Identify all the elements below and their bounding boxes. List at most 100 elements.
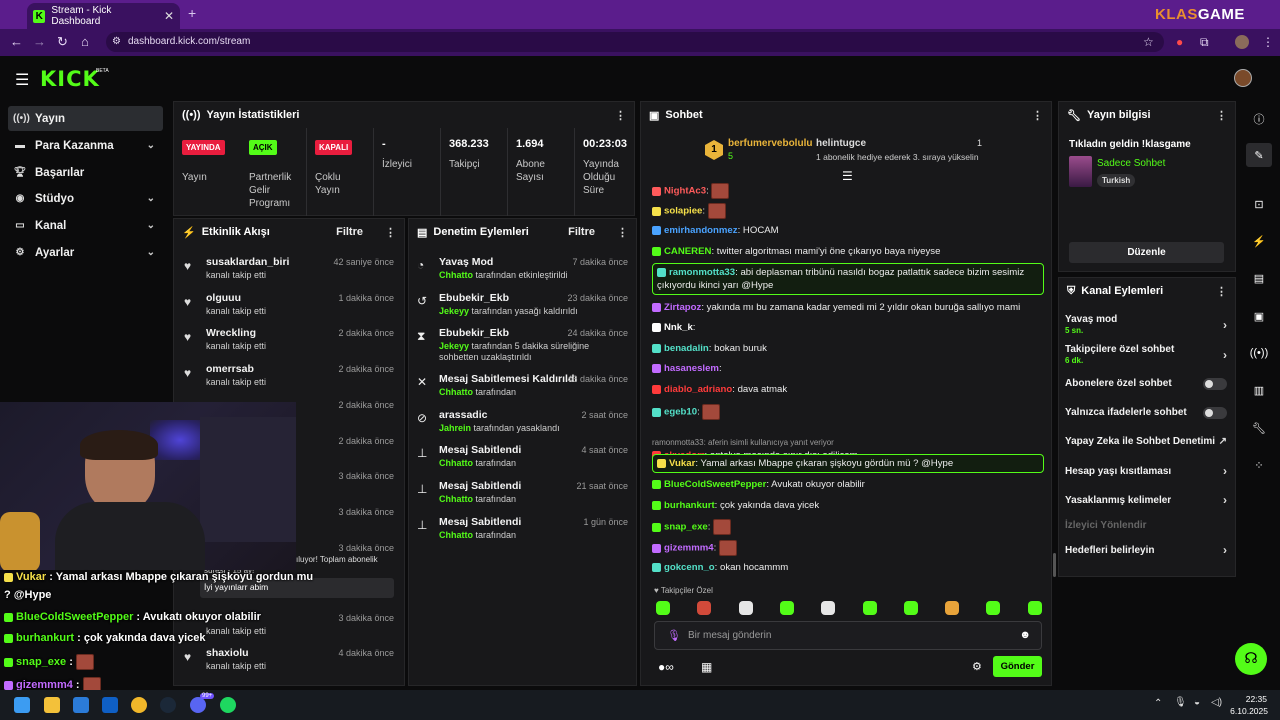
more-options-icon[interactable]: ⋮: [385, 226, 396, 239]
more-options-icon[interactable]: ⋮: [1216, 109, 1227, 122]
top-gifter-name[interactable]: berfumervebolulu: [728, 138, 812, 149]
wrench-icon[interactable]: 🔧︎: [1246, 416, 1272, 440]
filter-button[interactable]: Filtre: [336, 226, 363, 238]
chat-username[interactable]: ramonmotta33: [669, 267, 735, 278]
chat-username[interactable]: Vukar: [669, 458, 695, 469]
gifter2-name[interactable]: helintugce: [816, 138, 866, 149]
sidebar-item-ayarlar[interactable]: ⚙ Ayarlar ⌄: [8, 240, 163, 265]
volume-icon[interactable]: ◁): [1211, 697, 1222, 708]
emote-button[interactable]: [945, 601, 960, 615]
chat-username[interactable]: hasaneslem: [664, 363, 719, 374]
chat-username[interactable]: diablo_adriano: [664, 384, 732, 395]
chat-input[interactable]: 🎙︎ Bir mesaj gönderin ☻: [654, 621, 1042, 650]
emote-button[interactable]: [821, 601, 836, 615]
emote-button[interactable]: [986, 601, 1001, 615]
focus-icon[interactable]: ⊡: [1246, 192, 1272, 216]
steam-icon[interactable]: [160, 697, 176, 713]
channel-action-2[interactable]: Takipçilere özel sohbet 6 dk. ›: [1065, 344, 1227, 365]
edit-button[interactable]: Düzenle: [1069, 242, 1224, 263]
moderation-icon[interactable]: ▥: [1246, 378, 1272, 402]
sidebar-item-yayin[interactable]: ((•)) Yayın: [8, 106, 163, 131]
outlook-icon[interactable]: [102, 697, 118, 713]
channel-action-9[interactable]: Hedefleri belirleyin ›: [1065, 543, 1227, 557]
channel-action-6[interactable]: Hesap yaşı kısıtlaması ›: [1065, 464, 1227, 478]
browser-menu-icon[interactable]: ⋮: [1262, 35, 1274, 49]
chat-username[interactable]: BlueColdSweetPepper: [664, 479, 766, 490]
more-options-icon[interactable]: ⋮: [615, 109, 626, 122]
chat-username[interactable]: gokcenn_o: [664, 562, 715, 573]
chat-username[interactable]: egeb10: [664, 407, 697, 418]
emote-button[interactable]: [697, 601, 712, 615]
url-field[interactable]: dashboard.kick.com/stream: [106, 32, 1164, 52]
clock-time[interactable]: 22:35: [1233, 694, 1267, 704]
tray-chevron-icon[interactable]: ⌃: [1154, 698, 1162, 709]
channel-action-7[interactable]: Yasaklanmış kelimeler ›: [1065, 493, 1227, 507]
chat-icon[interactable]: ▣: [1246, 304, 1272, 328]
extension-icon[interactable]: ●: [1176, 35, 1183, 49]
new-tab-icon[interactable]: +: [188, 5, 196, 21]
collapse-icon[interactable]: ☰: [842, 169, 853, 183]
broadcast-icon[interactable]: ((•)): [1246, 341, 1272, 365]
apps-icon[interactable]: ⁘: [1246, 453, 1272, 477]
support-headset-icon[interactable]: ☊: [1235, 643, 1267, 675]
microphone-tray-icon[interactable]: 🎙︎: [1174, 697, 1187, 708]
channel-action-1[interactable]: Yavaş mod 5 sn. ›: [1065, 314, 1227, 335]
store-icon[interactable]: ▦: [701, 660, 712, 674]
back-icon[interactable]: ←: [10, 34, 23, 49]
emote-button[interactable]: [1027, 601, 1042, 615]
sidebar-item-kanal[interactable]: ▭ Kanal ⌄: [8, 213, 163, 238]
toggle-switch[interactable]: [1203, 407, 1227, 419]
channel-action-4[interactable]: Yalnızca ifadelerle sohbet: [1065, 407, 1227, 419]
store-app-icon[interactable]: [73, 697, 89, 713]
chat-username[interactable]: CANEREN: [664, 246, 711, 257]
browser-tab[interactable]: K Stream - Kick Dashboard ✕: [27, 3, 180, 29]
kick-logo[interactable]: KICK: [40, 67, 100, 91]
sidebar-item-para-kazanma[interactable]: ▬ Para Kazanma ⌄: [8, 133, 163, 158]
more-options-icon[interactable]: ⋮: [617, 226, 628, 239]
clock-date[interactable]: 6.10.2025: [1228, 706, 1268, 716]
channel-action-3[interactable]: Abonelere özel sohbet: [1065, 378, 1227, 390]
discord-icon[interactable]: [190, 697, 206, 713]
chrome-icon[interactable]: [131, 697, 147, 713]
category-link[interactable]: Sadece Sohbet: [1097, 158, 1165, 169]
chat-username[interactable]: Zirtapoz: [664, 302, 701, 313]
chat-username[interactable]: emirhandonmez: [664, 225, 738, 236]
emoji-icon[interactable]: ☻: [1019, 629, 1031, 641]
chat-username[interactable]: Nnk_k: [664, 322, 693, 333]
emote-button[interactable]: [862, 601, 877, 615]
chat-username[interactable]: NightAc3: [664, 186, 706, 197]
bookmark-star-icon[interactable]: ☆: [1143, 35, 1154, 49]
hamburger-menu-icon[interactable]: ☰: [15, 70, 29, 90]
channel-action-5[interactable]: Yapay Zeka ile Sohbet Denetimi ↗: [1065, 436, 1227, 447]
sidebar-item-basarilar[interactable]: 🏆︎ Başarılar: [8, 160, 163, 185]
chat-username[interactable]: solapiee: [664, 206, 702, 217]
network-icon[interactable]: ◒: [1194, 697, 1200, 708]
microphone-icon[interactable]: 🎙︎: [667, 629, 681, 642]
extensions-puzzle-icon[interactable]: ⧉: [1200, 35, 1209, 50]
file-explorer-icon[interactable]: [44, 697, 60, 713]
windows-start-icon[interactable]: [14, 697, 30, 713]
user-avatar[interactable]: [1234, 69, 1252, 87]
emote-button[interactable]: [903, 601, 918, 615]
close-tab-icon[interactable]: ✕: [164, 9, 174, 23]
chat-username[interactable]: burhankurt: [664, 500, 715, 511]
home-icon[interactable]: ⌂: [81, 34, 89, 49]
edit-pencil-icon[interactable]: ✎: [1246, 143, 1272, 167]
spotify-icon[interactable]: [220, 697, 236, 713]
points-icon[interactable]: ●∞: [658, 660, 674, 674]
notes-icon[interactable]: ▤: [1246, 266, 1272, 290]
more-options-icon[interactable]: ⋮: [1032, 109, 1043, 122]
send-button[interactable]: Gönder: [993, 656, 1042, 677]
more-options-icon[interactable]: ⋮: [1216, 285, 1227, 298]
sidebar-item-studyo[interactable]: ◉ Stüdyo ⌄: [8, 186, 163, 211]
filter-button[interactable]: Filtre: [568, 226, 595, 238]
site-info-icon[interactable]: ⚙: [112, 36, 121, 47]
forward-icon[interactable]: →: [33, 34, 46, 49]
chat-username[interactable]: benadalin: [664, 343, 709, 354]
lightning-icon[interactable]: ⚡: [1246, 229, 1272, 253]
emote-button[interactable]: [779, 601, 794, 615]
chat-username[interactable]: snap_exe: [664, 522, 708, 533]
info-icon[interactable]: ⓘ: [1246, 107, 1272, 131]
emote-button[interactable]: [656, 601, 670, 615]
emote-button[interactable]: [738, 601, 753, 615]
